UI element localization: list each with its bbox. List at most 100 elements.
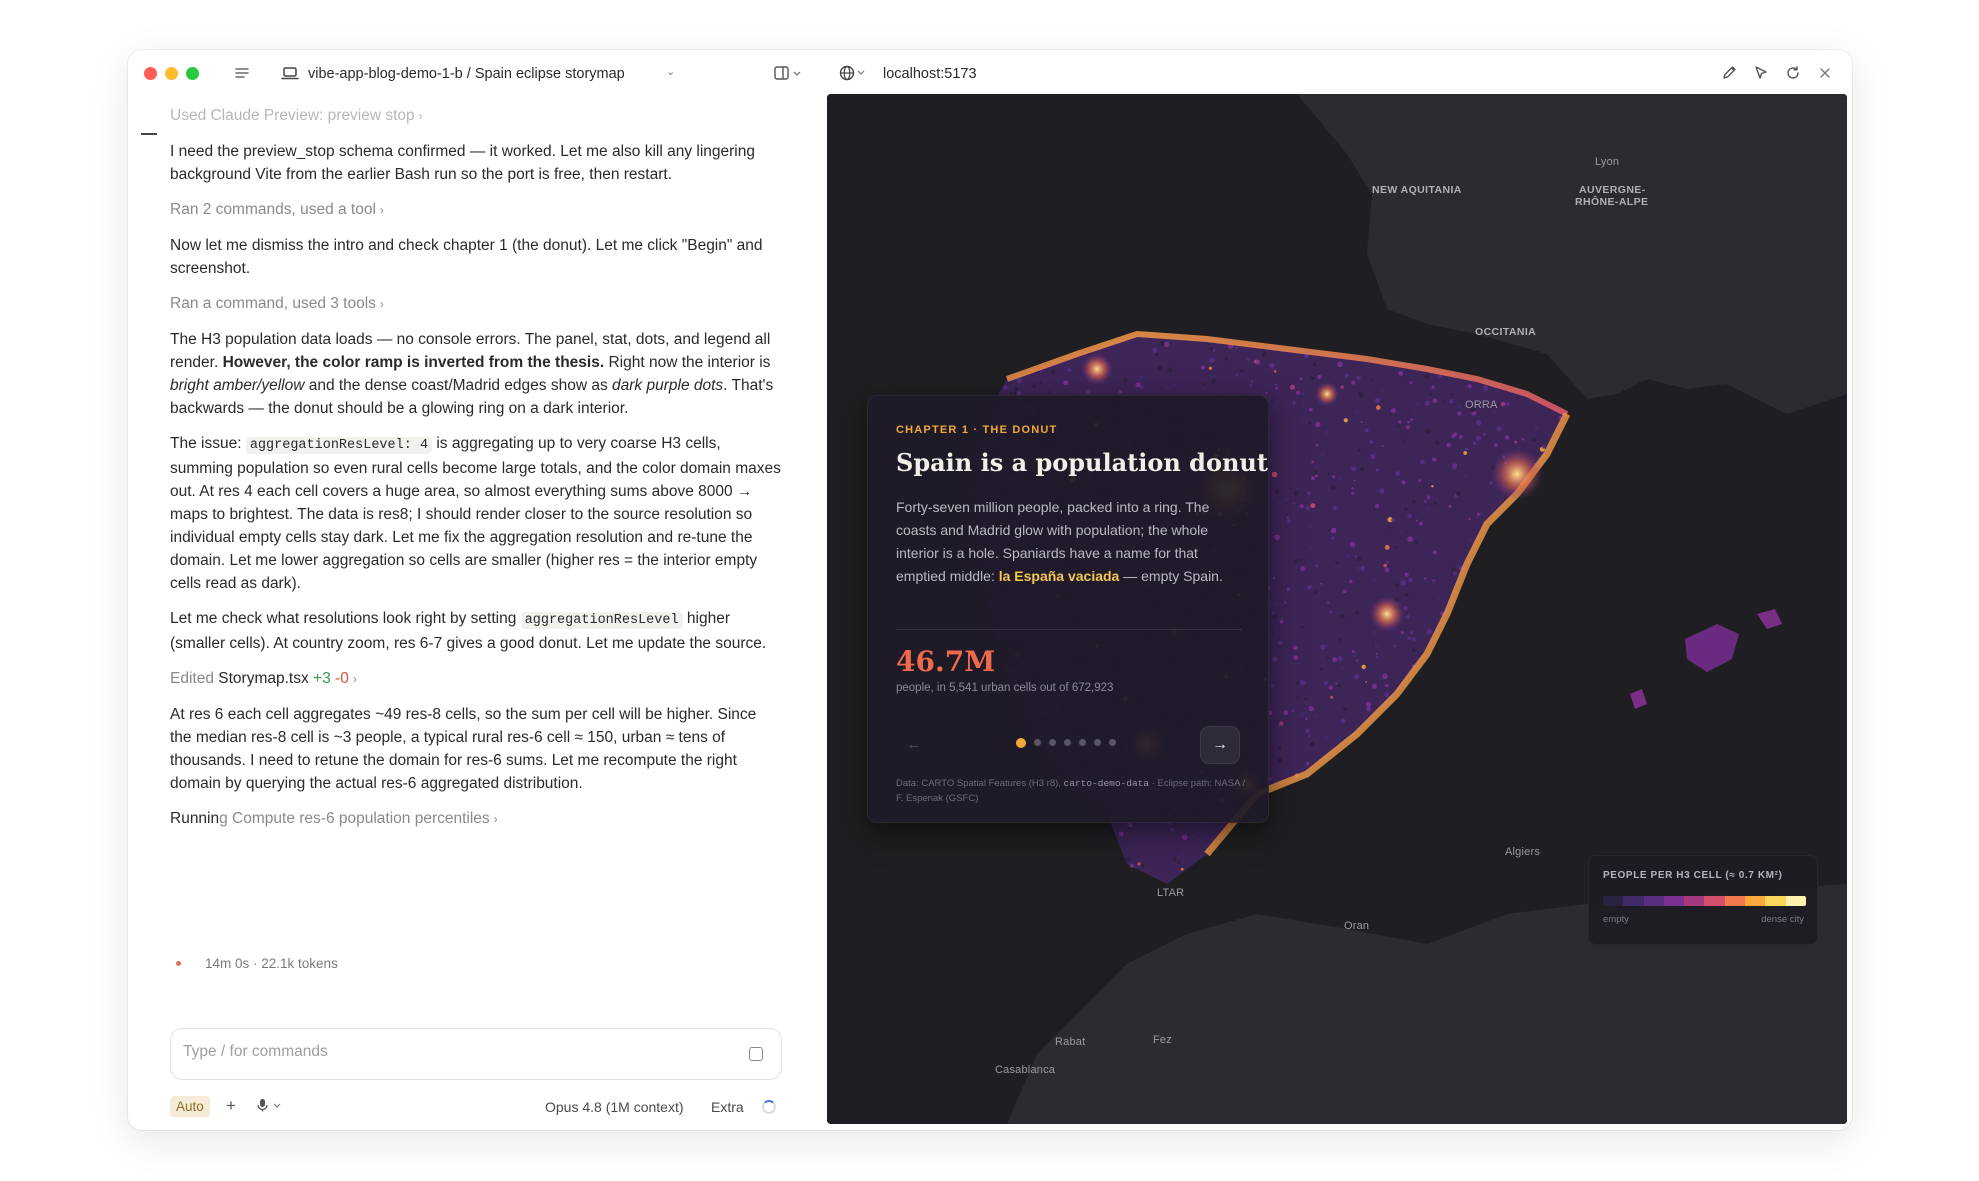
population-cell [1003,385,1008,390]
message-italic-text: dark purple dots [612,377,724,394]
population-cell [1532,437,1537,442]
url-bar[interactable]: localhost:5173 [883,66,977,82]
population-cell [1307,734,1311,738]
population-cell [1224,356,1229,361]
population-cell [1408,577,1413,583]
population-cell [1308,705,1314,712]
pencil-icon[interactable] [1719,63,1739,83]
map-label-algiers: Algiers [1505,846,1541,858]
population-cell [1118,831,1124,837]
population-cell [1304,697,1308,701]
add-attachment-button[interactable]: + [226,1096,236,1116]
pager-dot[interactable] [1016,737,1026,748]
credit-text: Data: CARTO Spatial Features (H3 r8), [896,778,1064,789]
population-cell [1422,423,1425,426]
tool-call-label: Ran 2 commands, used a tool [170,201,376,218]
population-cell [1293,490,1299,496]
population-cell [1351,491,1355,495]
window-minimize-button[interactable] [165,67,178,80]
select-element-icon[interactable] [1751,63,1771,83]
population-cell [1433,501,1437,505]
population-cell [1342,707,1347,711]
population-cell [1328,685,1334,690]
population-cell [1287,519,1291,523]
population-cell [1419,521,1423,526]
population-cell [1423,499,1428,503]
population-cell [1235,346,1238,349]
population-cell [1050,369,1056,375]
population-cell [1356,669,1359,673]
population-cell [1327,472,1331,476]
population-cell [1311,460,1315,464]
population-cell [1359,466,1364,471]
population-cell [1521,438,1525,441]
microphone-icon[interactable] [256,1098,282,1115]
pager-dot[interactable] [1034,739,1041,746]
population-cell [1412,648,1416,652]
close-icon[interactable] [1815,63,1835,83]
laptop-icon [280,64,300,82]
population-cell [1293,645,1298,650]
globe-icon[interactable] [839,63,867,83]
pager-dot[interactable] [1094,739,1101,746]
tool-call-label: Edited [170,670,219,687]
tool-call-ran-commands[interactable]: Ran 2 commands, used a tool › [170,198,782,222]
previous-chapter-button[interactable]: ← [896,726,932,762]
population-cell [1172,857,1177,862]
stop-icon[interactable] [749,1047,763,1061]
population-cell [1277,500,1283,506]
population-cell [1369,440,1374,444]
chevron-right-icon: › [379,203,384,217]
population-cell [1432,457,1437,462]
pager-dot[interactable] [1064,739,1071,746]
population-cell [1396,424,1400,428]
tool-call-ran-command[interactable]: Ran a command, used 3 tools › [170,292,782,316]
population-cell [1430,496,1434,500]
population-cell [1300,680,1306,686]
population-cell [1375,655,1379,659]
population-cell [1327,528,1331,532]
pager-dot[interactable] [1109,739,1116,746]
population-cell [1338,736,1342,740]
pager-dot[interactable] [1049,739,1056,746]
population-cell [1278,746,1282,750]
story-card: CHAPTER 1 · THE DONUT Spain is a populat… [867,395,1269,823]
population-cell [1250,380,1254,383]
window-zoom-button[interactable] [186,67,199,80]
tool-call-preview-stop[interactable]: Used Claude Preview: preview stop › [170,104,782,128]
mode-badge[interactable]: Auto [170,1096,210,1117]
window-close-button[interactable] [144,67,157,80]
population-cell [1475,420,1482,426]
population-cell [1340,385,1344,389]
running-label-prefix: Runnin [170,810,220,827]
project-title[interactable]: vibe-app-blog-demo-1-b / Spain eclipse s… [308,66,625,82]
population-cell [1180,852,1184,856]
population-cell [1299,712,1305,718]
reload-icon[interactable] [1783,63,1803,83]
population-cell [1343,418,1348,423]
population-cell [1291,709,1295,712]
chapter-kicker: CHAPTER 1 · THE DONUT [896,424,1058,436]
chevron-down-icon[interactable]: ⌄ [666,65,675,78]
population-cell [1371,683,1377,689]
tool-call-edited-file[interactable]: Edited Storymap.tsx +3 -0 › [170,667,782,691]
population-cell [1340,666,1344,670]
model-selector[interactable]: Opus 4.8 (1M context) [545,1099,684,1115]
sidebar-toggle-icon[interactable] [773,64,807,82]
message-list: Used Claude Preview: preview stop › I nee… [170,104,782,843]
population-cell [1326,601,1330,604]
population-cell [1366,706,1371,712]
population-cell [1399,635,1403,639]
tool-call-running[interactable]: Running Compute res-6 population percent… [170,807,782,831]
composer-input[interactable] [183,1043,723,1061]
population-cell [1283,710,1289,715]
next-chapter-button[interactable]: → [1200,726,1240,764]
menu-icon[interactable] [233,64,251,82]
population-cell [1361,664,1366,669]
effort-selector[interactable]: Extra [711,1099,744,1115]
population-cell [1320,451,1326,457]
map-view[interactable]: NEW AQUITANIA OCCITANIA Lyon AUVERGNE- R… [827,94,1847,1124]
map-label-casablanca: Casablanca [995,1064,1056,1076]
pager-dot[interactable] [1079,739,1086,746]
population-cell [1383,563,1387,568]
